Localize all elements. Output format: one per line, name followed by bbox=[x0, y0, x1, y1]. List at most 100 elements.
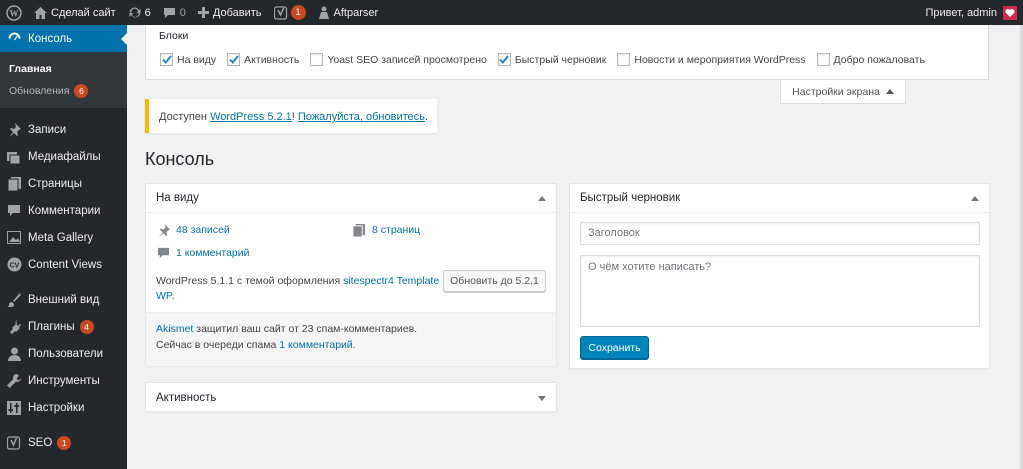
save-draft-button[interactable]: Сохранить bbox=[580, 336, 649, 359]
home-icon bbox=[34, 6, 47, 19]
sidebar-item-label: Страницы bbox=[28, 177, 82, 190]
pushpin-icon bbox=[156, 223, 170, 237]
wordpress-version-link[interactable]: WordPress 5.2.1 bbox=[210, 111, 292, 123]
draft-content-textarea[interactable]: О чём хотите написать? bbox=[580, 255, 980, 327]
sidebar-item-label: SEO bbox=[28, 436, 53, 449]
page-title: Консоль bbox=[145, 149, 215, 169]
checkbox-checked[interactable] bbox=[227, 53, 241, 66]
sidebar-item-dashboard[interactable]: Консоль bbox=[0, 25, 127, 52]
new-content-link[interactable]: Добавить bbox=[192, 0, 268, 25]
avatar bbox=[1003, 5, 1017, 20]
posts-count-link[interactable]: 48 записей bbox=[176, 224, 230, 236]
widget-header[interactable]: Активность bbox=[146, 383, 556, 412]
akismet-link[interactable]: Akismet bbox=[156, 323, 193, 335]
collapse-toggle-icon[interactable] bbox=[971, 196, 979, 201]
checkbox-checked[interactable] bbox=[160, 53, 173, 66]
sidebar-item-content-views[interactable]: CV Content Views bbox=[0, 251, 127, 278]
sidebar-item-posts[interactable]: Записи bbox=[0, 116, 127, 143]
yoast-icon bbox=[6, 435, 22, 451]
wrench-icon bbox=[6, 373, 22, 389]
media-camera-icon bbox=[6, 149, 22, 165]
quick-draft-widget: Быстрый черновик Заголовок О чём хотите … bbox=[569, 183, 990, 369]
pages-count-link[interactable]: 8 страниц bbox=[372, 224, 420, 236]
site-name-link[interactable]: Сделай сайт bbox=[28, 0, 122, 25]
spam-queue-link[interactable]: 1 комментарий bbox=[279, 339, 353, 351]
checkbox-unchecked[interactable] bbox=[816, 53, 830, 66]
yoast-icon bbox=[273, 5, 287, 20]
checkbox-label: Быстрый черновик bbox=[514, 53, 607, 66]
draft-title-input[interactable]: Заголовок bbox=[580, 222, 980, 245]
akismet-info: Akismet защитил ваш сайт от 23 спам-комм… bbox=[146, 312, 556, 366]
sidebar-item-label: Записи bbox=[28, 123, 67, 136]
refresh-icon bbox=[129, 7, 141, 18]
checkbox-unchecked[interactable] bbox=[617, 53, 631, 66]
screen-options-heading: Блоки bbox=[159, 30, 189, 42]
queue-text: Сейчас в очереди спама bbox=[156, 339, 280, 351]
version-info: WordPress 5.1.1 с темой оформления sites… bbox=[156, 274, 441, 304]
dashboard-gauge-icon bbox=[6, 31, 22, 47]
version-end: . bbox=[171, 290, 175, 302]
wordpress-logo-icon[interactable]: W bbox=[0, 0, 28, 25]
sidebar-item-media[interactable]: Медиафайлы bbox=[0, 143, 127, 170]
sidebar-item-label: Медиафайлы bbox=[28, 150, 101, 163]
main-content: Блоки На виду Активность Yoast SEO записей… bbox=[127, 25, 1023, 469]
sidebar-item-label: Внешний вид bbox=[28, 293, 100, 306]
pages-icon bbox=[6, 176, 22, 192]
pages-icon bbox=[352, 223, 366, 237]
widget-header[interactable]: На виду bbox=[146, 184, 556, 213]
new-content-label: Добавить bbox=[212, 6, 262, 19]
account-menu[interactable]: Привет, admin bbox=[925, 5, 1023, 20]
notice-prefix: Доступен bbox=[159, 111, 211, 123]
sidebar-item-label: Content Views bbox=[28, 258, 102, 271]
sidebar-item-meta-gallery[interactable]: Meta Gallery bbox=[0, 224, 127, 251]
checkmark-icon bbox=[161, 55, 172, 64]
sidebar-item-settings[interactable]: Настройки bbox=[0, 394, 127, 421]
sidebar-item-label: Пользователи bbox=[28, 347, 104, 360]
checkbox-label: На виду bbox=[177, 53, 217, 66]
posts-count-item[interactable]: 48 записей bbox=[156, 223, 230, 237]
checkbox-checked[interactable] bbox=[497, 53, 511, 66]
updates-link[interactable]: 6 bbox=[122, 0, 157, 25]
screen-options-checkboxes: На виду Активность Yoast SEO записей просм… bbox=[160, 53, 936, 66]
screen-option-checkbox[interactable]: Активность bbox=[227, 53, 299, 66]
yoast-seo-menu[interactable]: 1 bbox=[268, 0, 312, 25]
notice-suffix: . bbox=[424, 111, 428, 123]
screen-option-checkbox[interactable]: На виду bbox=[160, 53, 216, 66]
screen-options-tab[interactable]: Настройки экрана bbox=[780, 80, 906, 104]
checkbox-unchecked[interactable] bbox=[310, 53, 324, 66]
pages-count-item[interactable]: 8 страниц bbox=[352, 223, 420, 237]
screen-option-checkbox[interactable]: Быстрый черновик bbox=[497, 53, 607, 66]
checkmark-icon bbox=[499, 55, 510, 64]
update-wordpress-button[interactable]: Обновить до 5.2.1 bbox=[443, 270, 546, 292]
sidebar-item-label: Настройки bbox=[28, 401, 85, 414]
akismet-text: защитил ваш сайт от 23 спам-комментариев… bbox=[193, 323, 418, 335]
screen-option-checkbox[interactable]: Добро пожаловать bbox=[816, 53, 925, 66]
comments-count-link[interactable]: 1 комментарий bbox=[176, 247, 250, 259]
screen-option-checkbox[interactable]: Новости и мероприятия WordPress bbox=[617, 53, 806, 66]
sidebar-item-users[interactable]: Пользователи bbox=[0, 340, 127, 367]
comments-link[interactable]: 0 bbox=[157, 0, 192, 25]
please-update-link[interactable]: Пожалуйста, обновитесь bbox=[298, 111, 425, 123]
sidebar-item-tools[interactable]: Инструменты bbox=[0, 367, 127, 394]
svg-text:CV: CV bbox=[9, 263, 19, 270]
sidebar-item-pages[interactable]: Страницы bbox=[0, 170, 127, 197]
expand-toggle-icon[interactable] bbox=[538, 396, 546, 401]
admin-bar: W Сделай сайт 6 0 Добавить 1 Aftparser П… bbox=[0, 0, 1023, 25]
yoast-count-badge: 1 bbox=[290, 5, 306, 20]
svg-text:W: W bbox=[10, 8, 19, 18]
sidebar-item-comments[interactable]: Комментарии bbox=[0, 197, 127, 224]
collapse-toggle-icon[interactable] bbox=[538, 196, 546, 201]
widget-header[interactable]: Быстрый черновик bbox=[570, 184, 989, 213]
sidebar-item-seo[interactable]: SEO 1 bbox=[0, 429, 127, 456]
screen-option-checkbox[interactable]: Yoast SEO записей просмотрено bbox=[310, 53, 487, 66]
plugin-plug-icon bbox=[6, 319, 22, 335]
aftparser-label: Aftparser bbox=[333, 6, 379, 19]
submenu-item-updates[interactable]: Обновления 6 bbox=[0, 80, 127, 102]
sidebar-item-plugins[interactable]: Плагины 4 bbox=[0, 313, 127, 340]
sidebar-item-appearance[interactable]: Внешний вид bbox=[0, 286, 127, 313]
aftparser-link[interactable]: Aftparser bbox=[312, 0, 385, 25]
submenu-item-home[interactable]: Главная bbox=[0, 58, 127, 80]
comments-count-item[interactable]: 1 комментарий bbox=[156, 246, 250, 260]
screen-options-panel: Блоки На виду Активность Yoast SEO записей… bbox=[145, 25, 989, 80]
sidebar-item-label: Плагины bbox=[28, 320, 75, 333]
